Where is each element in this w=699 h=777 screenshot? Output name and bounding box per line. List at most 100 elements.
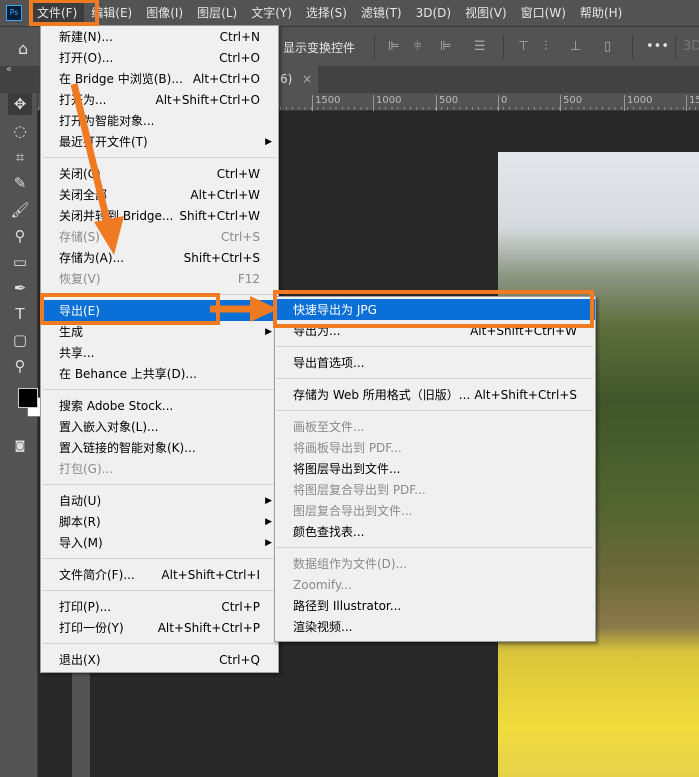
menu-item-shortcut: Ctrl+S bbox=[220, 229, 260, 244]
menu-0[interactable]: 文件(F) bbox=[30, 0, 85, 26]
menu-item[interactable]: 搜索 Adobe Stock... bbox=[41, 395, 278, 416]
menu-item-label: 打开(O)... bbox=[59, 51, 114, 65]
menu-item-label: 在 Bridge 中浏览(B)... bbox=[59, 72, 183, 86]
align-right-icon[interactable]: ⊫ bbox=[440, 39, 451, 54]
menu-item[interactable]: 退出(X) Ctrl+Q bbox=[41, 649, 278, 670]
menu-item[interactable]: 关闭并转到 Bridge... Shift+Ctrl+W bbox=[41, 205, 278, 226]
menu-item-label: 渲染视频... bbox=[293, 620, 353, 634]
more-options-button[interactable]: ••• bbox=[646, 39, 669, 54]
menu-item[interactable]: 打印一份(Y) Alt+Shift+Ctrl+P bbox=[41, 617, 278, 638]
home-icon[interactable]: ⌂ bbox=[18, 39, 28, 58]
menu-1[interactable]: 编辑(E) bbox=[84, 0, 139, 26]
menu-item[interactable]: 导出为... Alt+Shift+Ctrl+W bbox=[275, 320, 595, 341]
menu-item[interactable]: 自动(U) ▶ bbox=[41, 490, 278, 511]
ruler-label: 1000 bbox=[373, 95, 401, 111]
menu-item-label: 导出为... bbox=[293, 324, 341, 338]
menu-item-label: 画板至文件... bbox=[293, 420, 365, 434]
menu-item[interactable]: 打印(P)... Ctrl+P bbox=[41, 596, 278, 617]
menu-item[interactable]: 关闭(C) Ctrl+W bbox=[41, 163, 278, 184]
menu-item-label: 打印(P)... bbox=[59, 600, 112, 614]
menu-item[interactable]: 打开(O)... Ctrl+O bbox=[41, 47, 278, 68]
menu-item[interactable]: 脚本(R) ▶ bbox=[41, 511, 278, 532]
menu-item[interactable]: 渲染视频... bbox=[275, 616, 595, 637]
crop-tool-icon[interactable]: ⌗ bbox=[8, 146, 32, 168]
menu-item[interactable]: 导出首选项... bbox=[275, 352, 595, 373]
menu-item-shortcut: Alt+Ctrl+W bbox=[190, 187, 260, 202]
align-bottom-icon[interactable]: ⊥ bbox=[570, 39, 581, 54]
menu-item[interactable]: 打开为... Alt+Shift+Ctrl+O bbox=[41, 89, 278, 110]
menu-item[interactable]: 路径到 Illustrator... bbox=[275, 595, 595, 616]
menu-item-shortcut: Alt+Shift+Ctrl+I bbox=[161, 567, 260, 582]
document-tab[interactable]: 6) × bbox=[278, 66, 318, 93]
menu-item[interactable]: 文件简介(F)... Alt+Shift+Ctrl+I bbox=[41, 564, 278, 585]
align-center-icon[interactable]: ⫩ bbox=[414, 39, 421, 54]
menu-8[interactable]: 视图(V) bbox=[458, 0, 514, 26]
collapse-panel-icon[interactable]: « bbox=[6, 64, 12, 75]
menu-separator bbox=[41, 289, 278, 300]
gradient-tool-icon[interactable]: ▭ bbox=[8, 251, 32, 273]
menu-item-label: 生成 bbox=[59, 325, 84, 339]
lasso-tool-icon[interactable]: ◌ bbox=[8, 120, 32, 142]
menu-item-shortcut: Shift+Ctrl+W bbox=[179, 208, 260, 223]
zoom-tool-icon[interactable]: ⚲ bbox=[8, 355, 32, 377]
brush-tool-icon[interactable]: 🖌 bbox=[8, 199, 32, 221]
menu-separator bbox=[41, 479, 278, 490]
menu-separator bbox=[41, 585, 278, 596]
menu-item-shortcut: Ctrl+Q bbox=[219, 652, 260, 667]
menu-item-label: 导入(M) bbox=[59, 536, 103, 550]
pen-tool-icon[interactable]: ✒ bbox=[8, 277, 32, 299]
menu-item[interactable]: 导出(E) ▶ bbox=[41, 300, 278, 321]
shape-tool-icon[interactable]: ▢ bbox=[8, 329, 32, 351]
type-tool-icon[interactable]: T bbox=[8, 303, 32, 325]
menu-9[interactable]: 窗口(W) bbox=[514, 0, 573, 26]
menu-item[interactable]: 将图层导出到文件... bbox=[275, 458, 595, 479]
menu-5[interactable]: 选择(S) bbox=[299, 0, 354, 26]
menu-item[interactable]: 快速导出为 JPG bbox=[275, 299, 595, 320]
menu-item[interactable]: 导入(M) ▶ bbox=[41, 532, 278, 553]
menu-item[interactable]: 新建(N)... Ctrl+N bbox=[41, 26, 278, 47]
menu-10[interactable]: 帮助(H) bbox=[573, 0, 629, 26]
eyedropper-tool-icon[interactable]: ✎ bbox=[8, 172, 32, 194]
menu-separator bbox=[275, 542, 595, 553]
move-tool-icon[interactable]: ✥ bbox=[8, 93, 32, 115]
align-left-icon[interactable]: ⊫ bbox=[388, 39, 399, 54]
distribute-vertical-icon[interactable]: ▯ bbox=[604, 39, 611, 54]
menu-item: Zoomify... bbox=[275, 574, 595, 595]
menu-4[interactable]: 文字(Y) bbox=[244, 0, 299, 26]
menu-separator bbox=[41, 553, 278, 564]
ruler-label: 500 bbox=[436, 95, 458, 111]
menu-item-label: 关闭并转到 Bridge... bbox=[59, 209, 174, 223]
menu-item[interactable]: 颜色查找表... bbox=[275, 521, 595, 542]
menu-item-label: 置入嵌入对象(L)... bbox=[59, 420, 159, 434]
show-transform-controls[interactable]: 显示变换控件 bbox=[283, 39, 355, 56]
menu-item-label: 新建(N)... bbox=[59, 30, 113, 44]
menu-item[interactable]: 在 Behance 上共享(D)... bbox=[41, 363, 278, 384]
menu-item-shortcut: Ctrl+W bbox=[216, 166, 260, 181]
menu-6[interactable]: 滤镜(T) bbox=[354, 0, 409, 26]
align-middle-icon[interactable]: ⫶ bbox=[544, 39, 547, 54]
menu-item[interactable]: 置入链接的智能对象(K)... bbox=[41, 437, 278, 458]
close-tab-icon[interactable]: × bbox=[302, 72, 312, 86]
menu-item[interactable]: 关闭全部 Alt+Ctrl+W bbox=[41, 184, 278, 205]
distribute-icon[interactable]: ☰ bbox=[474, 39, 486, 54]
menu-item[interactable]: 最近打开文件(T) ▶ bbox=[41, 131, 278, 152]
menu-item[interactable]: 置入嵌入对象(L)... bbox=[41, 416, 278, 437]
3d-mode-label[interactable]: 3D bbox=[683, 39, 699, 54]
quick-mask-icon[interactable]: ◙ bbox=[8, 435, 32, 457]
menu-3[interactable]: 图层(L) bbox=[190, 0, 244, 26]
menu-item[interactable]: 打开为智能对象... bbox=[41, 110, 278, 131]
submenu-arrow-icon: ▶ bbox=[265, 305, 272, 316]
menu-item[interactable]: 在 Bridge 中浏览(B)... Alt+Ctrl+O bbox=[41, 68, 278, 89]
menu-2[interactable]: 图像(I) bbox=[139, 0, 190, 26]
divider bbox=[374, 35, 375, 59]
stamp-tool-icon[interactable]: ⚲ bbox=[8, 225, 32, 247]
menu-item-shortcut: Alt+Shift+Ctrl+S bbox=[474, 387, 577, 402]
menu-item[interactable]: 共享... bbox=[41, 342, 278, 363]
menu-item[interactable]: 生成 ▶ bbox=[41, 321, 278, 342]
foreground-color-swatch[interactable] bbox=[18, 388, 38, 408]
align-top-icon[interactable]: ⊤ bbox=[518, 39, 529, 54]
menu-item[interactable]: 存储为 Web 所用格式（旧版）... Alt+Shift+Ctrl+S bbox=[275, 384, 595, 405]
menu-item[interactable]: 存储为(A)... Shift+Ctrl+S bbox=[41, 247, 278, 268]
menu-item-label: Zoomify... bbox=[293, 577, 352, 592]
menu-7[interactable]: 3D(D) bbox=[409, 0, 458, 26]
